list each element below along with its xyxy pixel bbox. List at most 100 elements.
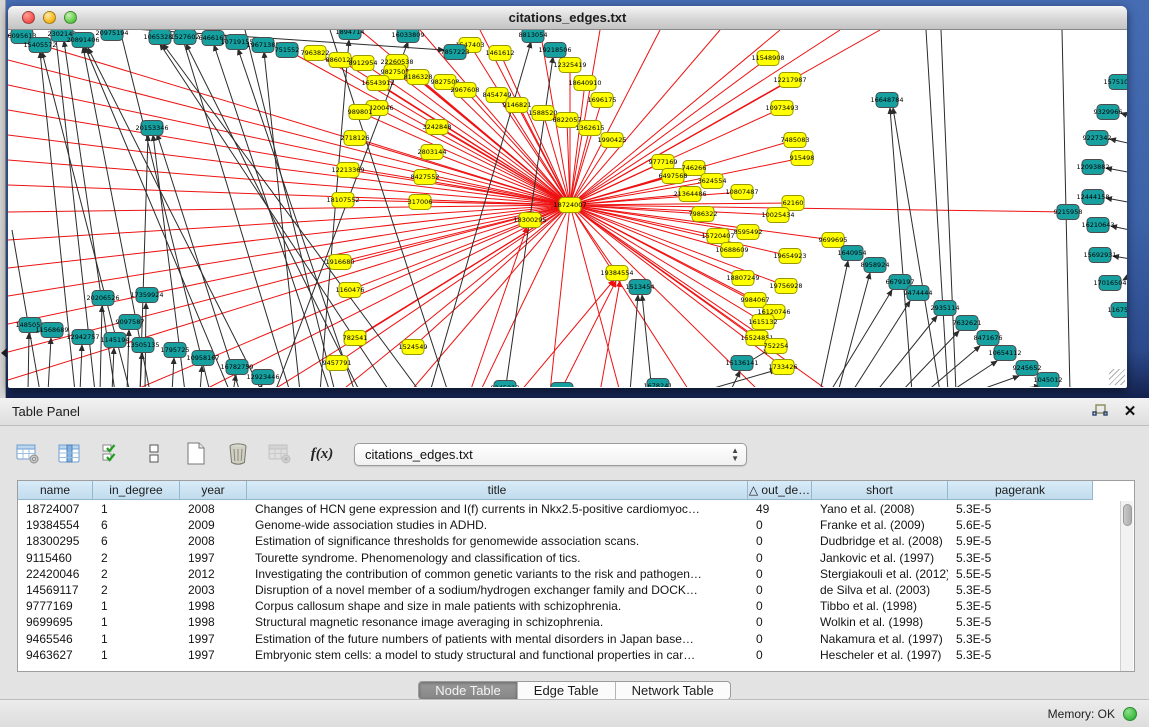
graph-node[interactable]: 12325419 [553, 58, 586, 73]
graph-node[interactable]: 17359924 [130, 288, 163, 303]
table-cell[interactable]: Investigating the contribution of common… [247, 566, 748, 582]
graph-node[interactable]: 19384554 [600, 266, 633, 281]
tab-node-table[interactable]: Node Table [419, 682, 518, 699]
graph-node[interactable]: 9329966 [1094, 105, 1123, 120]
graph-edge[interactable] [570, 30, 660, 205]
graph-node[interactable]: 9457791 [323, 356, 352, 371]
graph-edge[interactable] [8, 60, 570, 205]
table-cell[interactable]: 0 [748, 598, 812, 614]
table-cell[interactable]: 5.3E-5 [948, 647, 1093, 663]
graph-edge[interactable] [337, 205, 570, 363]
column-header-name[interactable]: name [18, 481, 93, 500]
graph-node[interactable]: 2016603 [548, 383, 577, 388]
graph-node[interactable]: 15720407 [701, 229, 734, 244]
graph-node[interactable]: 12093882 [1076, 160, 1109, 175]
tab-network-table[interactable]: Network Table [616, 682, 730, 699]
import-table-icon[interactable] [266, 441, 294, 467]
graph-node[interactable]: 7485083 [781, 133, 810, 148]
table-cell[interactable]: Nakamura et al. (1997) [812, 631, 948, 647]
select-rows-icon[interactable] [98, 441, 126, 467]
table-cell[interactable]: de Silva et al. (2003) [812, 582, 948, 598]
table-cell[interactable]: 9777169 [18, 598, 93, 614]
graph-node[interactable]: 915498 [790, 151, 815, 166]
graph-edge[interactable] [630, 295, 638, 387]
graph-edge[interactable] [570, 83, 585, 205]
table-cell[interactable]: 5.9E-5 [948, 533, 1093, 549]
table-row[interactable]: 977716911998Corpus callosum shape and si… [18, 598, 1118, 614]
table-cell[interactable]: Embryonic stem cells: a model to study s… [247, 647, 748, 663]
graph-edge[interactable] [941, 30, 956, 387]
table-cell[interactable]: 6 [93, 533, 180, 549]
graph-node[interactable]: 15692931 [1083, 248, 1116, 263]
graph-edge[interactable] [200, 366, 202, 387]
graph-node[interactable]: 17016504 [1093, 276, 1126, 291]
graph-node[interactable]: 7632621 [953, 316, 982, 331]
graph-node[interactable]: 8912954 [349, 56, 378, 71]
table-cell[interactable]: Franke et al. (2009) [812, 517, 948, 533]
table-cell[interactable]: 9465546 [18, 631, 93, 647]
table-cell[interactable]: Estimation of the future numbers of pati… [247, 631, 748, 647]
graph-edge[interactable] [926, 346, 980, 387]
table-cell[interactable]: 2008 [180, 533, 247, 549]
column-header-title[interactable]: title [247, 481, 748, 500]
graph-node[interactable]: 782541 [343, 331, 368, 346]
graph-node[interactable]: 9777169 [649, 155, 678, 170]
close-panel-icon[interactable]: ✕ [1121, 402, 1139, 420]
graph-edge[interactable] [700, 370, 776, 387]
graph-node[interactable]: 19756928 [769, 279, 802, 294]
graph-node[interactable]: 7986322 [689, 207, 718, 222]
graph-node[interactable]: 8471676 [974, 331, 1003, 346]
graph-edge[interactable] [100, 306, 102, 387]
table-cell[interactable]: 14569117 [18, 582, 93, 598]
graph-edge[interactable] [28, 333, 29, 387]
graph-node[interactable]: 8427552 [411, 170, 440, 185]
graph-node[interactable]: 1696175 [588, 93, 617, 108]
graph-node[interactable]: 15751074 [1103, 75, 1127, 90]
table-cell[interactable]: 2009 [180, 517, 247, 533]
column-header-in_degree[interactable]: in_degree [93, 481, 180, 500]
new-table-icon[interactable] [182, 441, 210, 467]
graph-edge[interactable] [570, 205, 690, 387]
table-cell[interactable]: 1 [93, 598, 180, 614]
graph-node[interactable]: 20975194 [95, 30, 128, 41]
graph-node[interactable]: 9227342 [1083, 131, 1112, 146]
graph-edge[interactable] [12, 230, 40, 387]
graph-edge[interactable] [377, 108, 570, 205]
graph-node[interactable]: 12942757 [66, 330, 99, 345]
graph-node[interactable]: 1045012 [1034, 373, 1063, 388]
table-cell[interactable]: 1997 [180, 550, 247, 566]
graph-node[interactable]: 1513454 [626, 280, 655, 295]
graph-edge[interactable] [550, 205, 570, 387]
graph-node[interactable]: 20153346 [135, 121, 168, 136]
memory-status-indicator[interactable] [1123, 707, 1137, 721]
table-cell[interactable]: 2008 [180, 501, 247, 517]
graph-node[interactable]: 11548908 [751, 51, 784, 66]
graph-node[interactable]: 6497568 [659, 169, 688, 184]
table-cell[interactable]: Corpus callosum shape and size in male p… [247, 598, 748, 614]
graph-node[interactable]: 1461612 [486, 46, 515, 61]
row-height-icon[interactable] [140, 441, 168, 467]
table-cell[interactable]: Tourette syndrome. Phenomenology and cla… [247, 550, 748, 566]
graph-node[interactable]: 15136141 [725, 356, 758, 371]
graph-edge[interactable] [410, 205, 570, 387]
table-cell[interactable]: 1997 [180, 631, 247, 647]
table-cell[interactable]: 2 [93, 566, 180, 582]
table-cell[interactable]: 9463627 [18, 647, 93, 663]
table-cell[interactable]: Changes of HCN gene expression and I(f) … [247, 501, 748, 517]
graph-node[interactable]: 2718126 [341, 131, 370, 146]
graph-edge[interactable] [926, 30, 948, 387]
table-cell[interactable]: 1 [93, 631, 180, 647]
window-resize-grip[interactable] [1109, 369, 1125, 385]
graph-node[interactable]: 13505135 [126, 338, 159, 353]
table-cell[interactable]: 0 [748, 517, 812, 533]
graph-node[interactable]: 1167531 [1108, 303, 1127, 318]
graph-node[interactable]: 7857223 [441, 45, 470, 60]
table-cell[interactable]: 0 [748, 614, 812, 630]
graph-node[interactable]: 18640910 [568, 76, 601, 91]
table-cell[interactable]: Jankovic et al. (1997) [812, 550, 948, 566]
graph-node[interactable]: 9245013 [491, 381, 520, 388]
graph-node[interactable]: 8958924 [861, 258, 890, 273]
table-cell[interactable]: 5.3E-5 [948, 501, 1093, 517]
graph-edge[interactable] [570, 192, 742, 205]
table-cell[interactable]: 5.3E-5 [948, 582, 1093, 598]
